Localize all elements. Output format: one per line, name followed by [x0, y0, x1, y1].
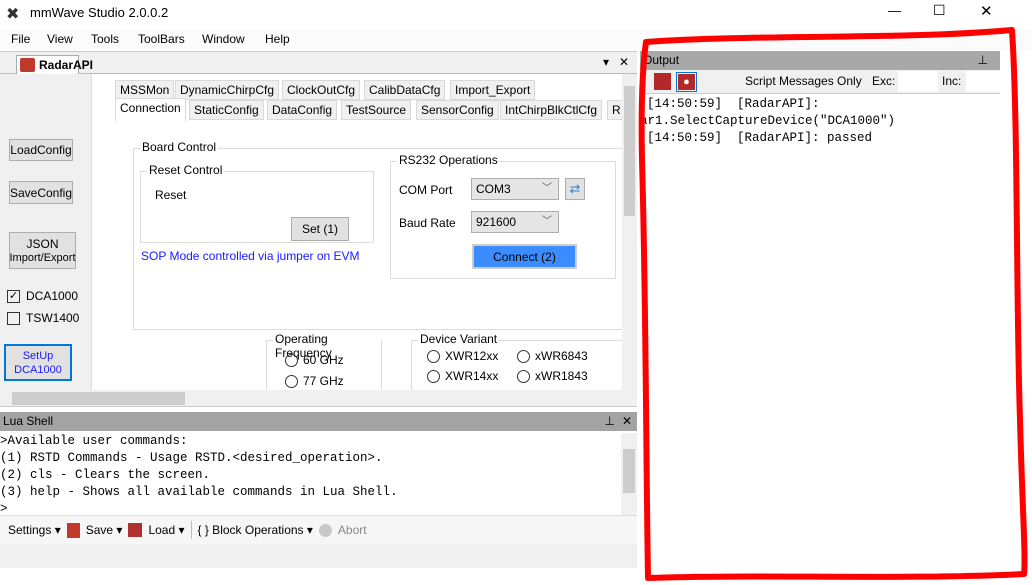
tab-connection[interactable]: Connection: [115, 98, 186, 121]
red-highlight-annotation: [638, 27, 1028, 581]
